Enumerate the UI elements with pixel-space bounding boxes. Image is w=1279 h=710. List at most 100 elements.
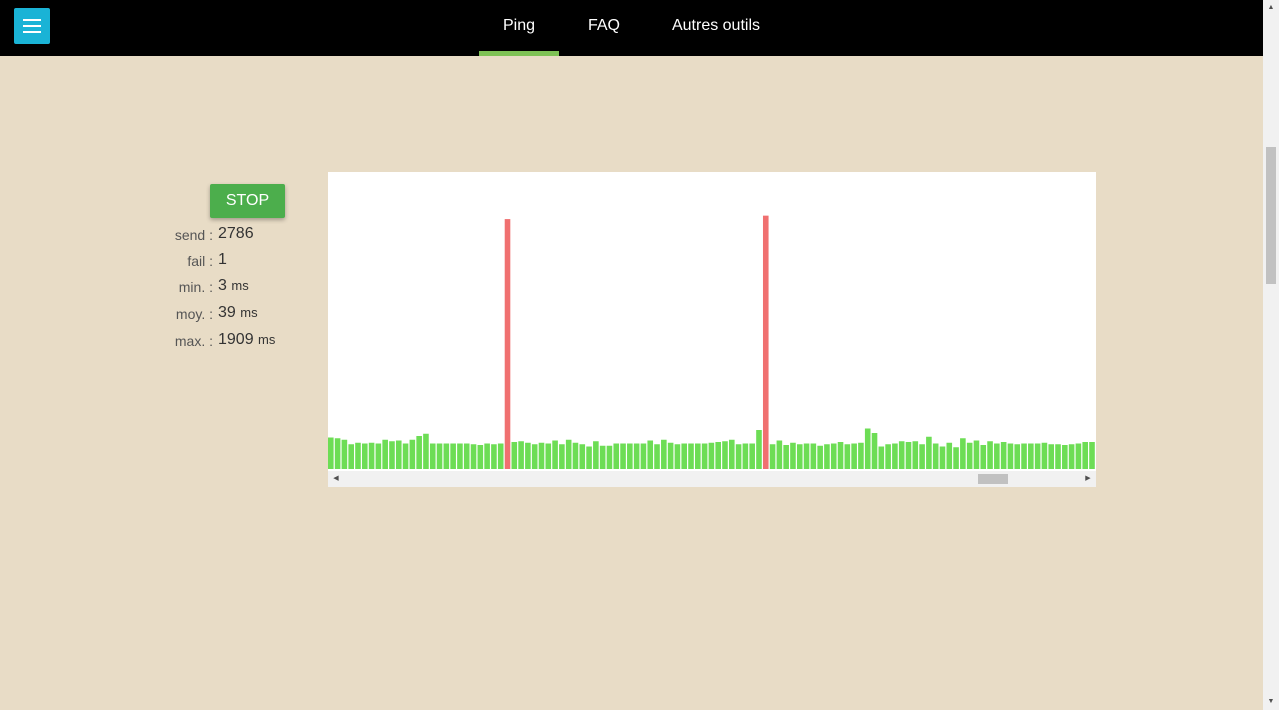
ping-bar	[484, 443, 490, 469]
ping-bar	[987, 441, 993, 469]
scroll-down-icon[interactable]: ▼	[1263, 694, 1279, 710]
arrow-left-icon[interactable]: ◀	[328, 471, 344, 487]
ping-bar	[382, 439, 388, 469]
ping-bar	[341, 439, 348, 469]
tab-autres-outils[interactable]: Autres outils	[660, 0, 772, 56]
ping-bar	[572, 442, 579, 469]
ping-bar	[871, 433, 878, 469]
ping-bar	[518, 441, 524, 469]
ping-bar	[756, 430, 762, 469]
ping-bar	[559, 444, 565, 469]
ping-bar	[769, 444, 776, 469]
stat-avg-unit: ms	[240, 305, 258, 320]
ping-bar	[796, 444, 803, 469]
ping-bar	[497, 443, 504, 469]
ping-bar	[423, 433, 429, 469]
ping-bar	[647, 440, 654, 469]
hamburger-icon-line	[23, 25, 41, 27]
ping-bar	[824, 444, 830, 469]
ping-bar	[409, 439, 416, 469]
ping-bar	[389, 441, 395, 469]
ping-bar	[783, 445, 789, 469]
arrow-right-icon[interactable]: ▶	[1080, 471, 1096, 487]
ping-bar	[375, 443, 382, 469]
stat-avg-value: 39	[218, 304, 236, 321]
chart-horizontal-scrollbar[interactable]: ◀ ▶	[328, 471, 1096, 487]
ping-bar	[477, 445, 484, 469]
stat-min-value-wrap: 3 ms	[218, 277, 249, 295]
hamburger-menu-button[interactable]	[14, 8, 50, 44]
ping-bar	[1082, 442, 1089, 469]
ping-bar	[667, 442, 674, 469]
ping-bar	[932, 443, 939, 469]
ping-bar-error	[762, 215, 769, 469]
ping-bar	[593, 441, 599, 469]
ping-bar	[511, 442, 518, 469]
ping-bar	[402, 443, 409, 469]
ping-bar	[994, 443, 1000, 469]
ping-bar	[722, 441, 728, 469]
ping-bar	[491, 444, 497, 469]
ping-bar	[946, 442, 953, 469]
ping-bar	[912, 441, 919, 469]
stat-avg: moy. : 39 ms	[120, 304, 320, 326]
ping-bar	[531, 444, 538, 469]
ping-bar	[599, 445, 606, 469]
stat-min-label: min. :	[178, 279, 213, 295]
ping-bar	[586, 446, 592, 469]
ping-bar	[885, 444, 891, 469]
ping-bar	[450, 443, 456, 469]
ping-bar	[1089, 442, 1095, 469]
ping-bar	[674, 444, 681, 469]
stop-button[interactable]: STOP	[210, 184, 285, 218]
ping-bar	[749, 443, 755, 469]
ping-bar	[613, 443, 620, 469]
scroll-up-icon[interactable]: ▲	[1263, 0, 1279, 16]
ping-bar	[973, 440, 980, 469]
ping-chart-panel: ◀ ▶	[328, 172, 1096, 487]
ping-bar	[1014, 444, 1021, 469]
hamburger-icon-line	[23, 31, 41, 33]
chart-scroll-thumb[interactable]	[978, 474, 1008, 484]
ping-bar	[681, 443, 688, 469]
ping-bar	[348, 444, 354, 469]
ping-bar	[695, 443, 701, 469]
top-navbar: Ping FAQ Autres outils	[0, 0, 1263, 56]
ping-bar	[980, 445, 987, 469]
ping-bar	[640, 443, 647, 469]
ping-bar	[633, 443, 640, 469]
page-scroll-thumb[interactable]	[1266, 147, 1276, 284]
stat-send-value: 2786	[218, 225, 254, 242]
tab-ping[interactable]: Ping	[479, 0, 559, 56]
ping-bar	[368, 442, 375, 469]
ping-bar	[328, 437, 334, 469]
ping-bar	[708, 442, 715, 469]
ping-bar	[1041, 442, 1048, 469]
ping-bar	[892, 443, 898, 469]
stat-max-unit: ms	[258, 332, 276, 347]
tab-faq[interactable]: FAQ	[573, 0, 635, 56]
ping-bar	[361, 443, 368, 469]
ping-bar	[898, 441, 905, 469]
ping-bar	[960, 438, 966, 469]
ping-bar	[953, 447, 959, 469]
stat-max-value-wrap: 1909 ms	[218, 331, 275, 349]
stat-fail-value: 1	[218, 251, 227, 268]
stat-max-value: 1909	[218, 331, 254, 348]
ping-bar	[416, 436, 422, 469]
page-vertical-scrollbar[interactable]: ▲ ▼	[1263, 0, 1279, 710]
ping-bar	[851, 443, 857, 469]
ping-bar	[728, 439, 735, 469]
stat-max: max. : 1909 ms	[120, 331, 320, 353]
ping-bar	[620, 443, 626, 469]
ping-bar	[661, 439, 667, 469]
ping-bar	[457, 443, 463, 469]
ping-bar	[579, 444, 586, 469]
ping-bar	[878, 446, 885, 469]
ping-bar	[701, 443, 708, 469]
ping-bar	[905, 442, 912, 469]
stat-avg-value-wrap: 39 ms	[218, 304, 258, 322]
ping-bar	[1075, 443, 1082, 469]
ping-bar	[858, 442, 864, 469]
ping-bar	[688, 443, 694, 469]
